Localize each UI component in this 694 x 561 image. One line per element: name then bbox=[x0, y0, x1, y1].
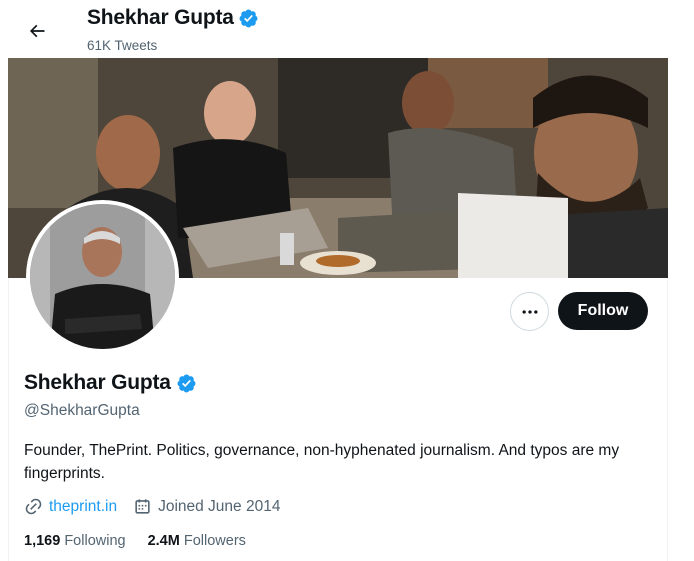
avatar-photo bbox=[30, 204, 175, 349]
more-options-button[interactable] bbox=[510, 292, 549, 331]
website-item: theprint.in bbox=[24, 497, 117, 516]
avatar-portrait bbox=[30, 204, 175, 349]
profile-handle: @ShekharGupta bbox=[24, 402, 140, 419]
profile-display-name: Shekhar Gupta bbox=[24, 371, 171, 394]
profile-meta-row: theprint.in Joined June 2014 bbox=[24, 497, 296, 516]
website-link[interactable]: theprint.in bbox=[49, 498, 117, 516]
verified-badge-icon bbox=[238, 8, 259, 29]
joined-item: Joined June 2014 bbox=[133, 497, 280, 516]
following-label: Following bbox=[64, 533, 126, 549]
calendar-icon bbox=[135, 499, 150, 514]
more-horizontal-icon bbox=[522, 309, 537, 314]
followers-stat[interactable]: 2.4M Followers bbox=[148, 533, 246, 549]
profile-stats-row: 1,169 Following 2.4M Followers bbox=[24, 533, 268, 549]
back-button[interactable] bbox=[20, 14, 54, 48]
following-stat[interactable]: 1,169 Following bbox=[24, 533, 126, 549]
header-display-name: Shekhar Gupta bbox=[87, 6, 234, 29]
arrow-left-icon bbox=[29, 24, 45, 38]
follow-button[interactable]: Follow bbox=[558, 292, 648, 330]
verified-badge-icon[interactable] bbox=[176, 373, 197, 394]
header-name-row: Shekhar Gupta bbox=[87, 6, 259, 30]
following-count: 1,169 bbox=[24, 533, 61, 549]
joined-date: Joined June 2014 bbox=[158, 497, 281, 515]
profile-name-row: Shekhar Gupta bbox=[24, 371, 197, 395]
followers-label: Followers bbox=[183, 533, 246, 549]
profile-header-bar: Shekhar Gupta 61K Tweets bbox=[0, 0, 694, 58]
followers-count: 2.4M bbox=[147, 533, 180, 549]
profile-bio: Founder, ThePrint. Politics, governance,… bbox=[24, 442, 620, 482]
profile-avatar[interactable] bbox=[26, 200, 179, 353]
header-tweet-count: 61K Tweets bbox=[87, 38, 158, 53]
link-icon bbox=[25, 498, 42, 515]
